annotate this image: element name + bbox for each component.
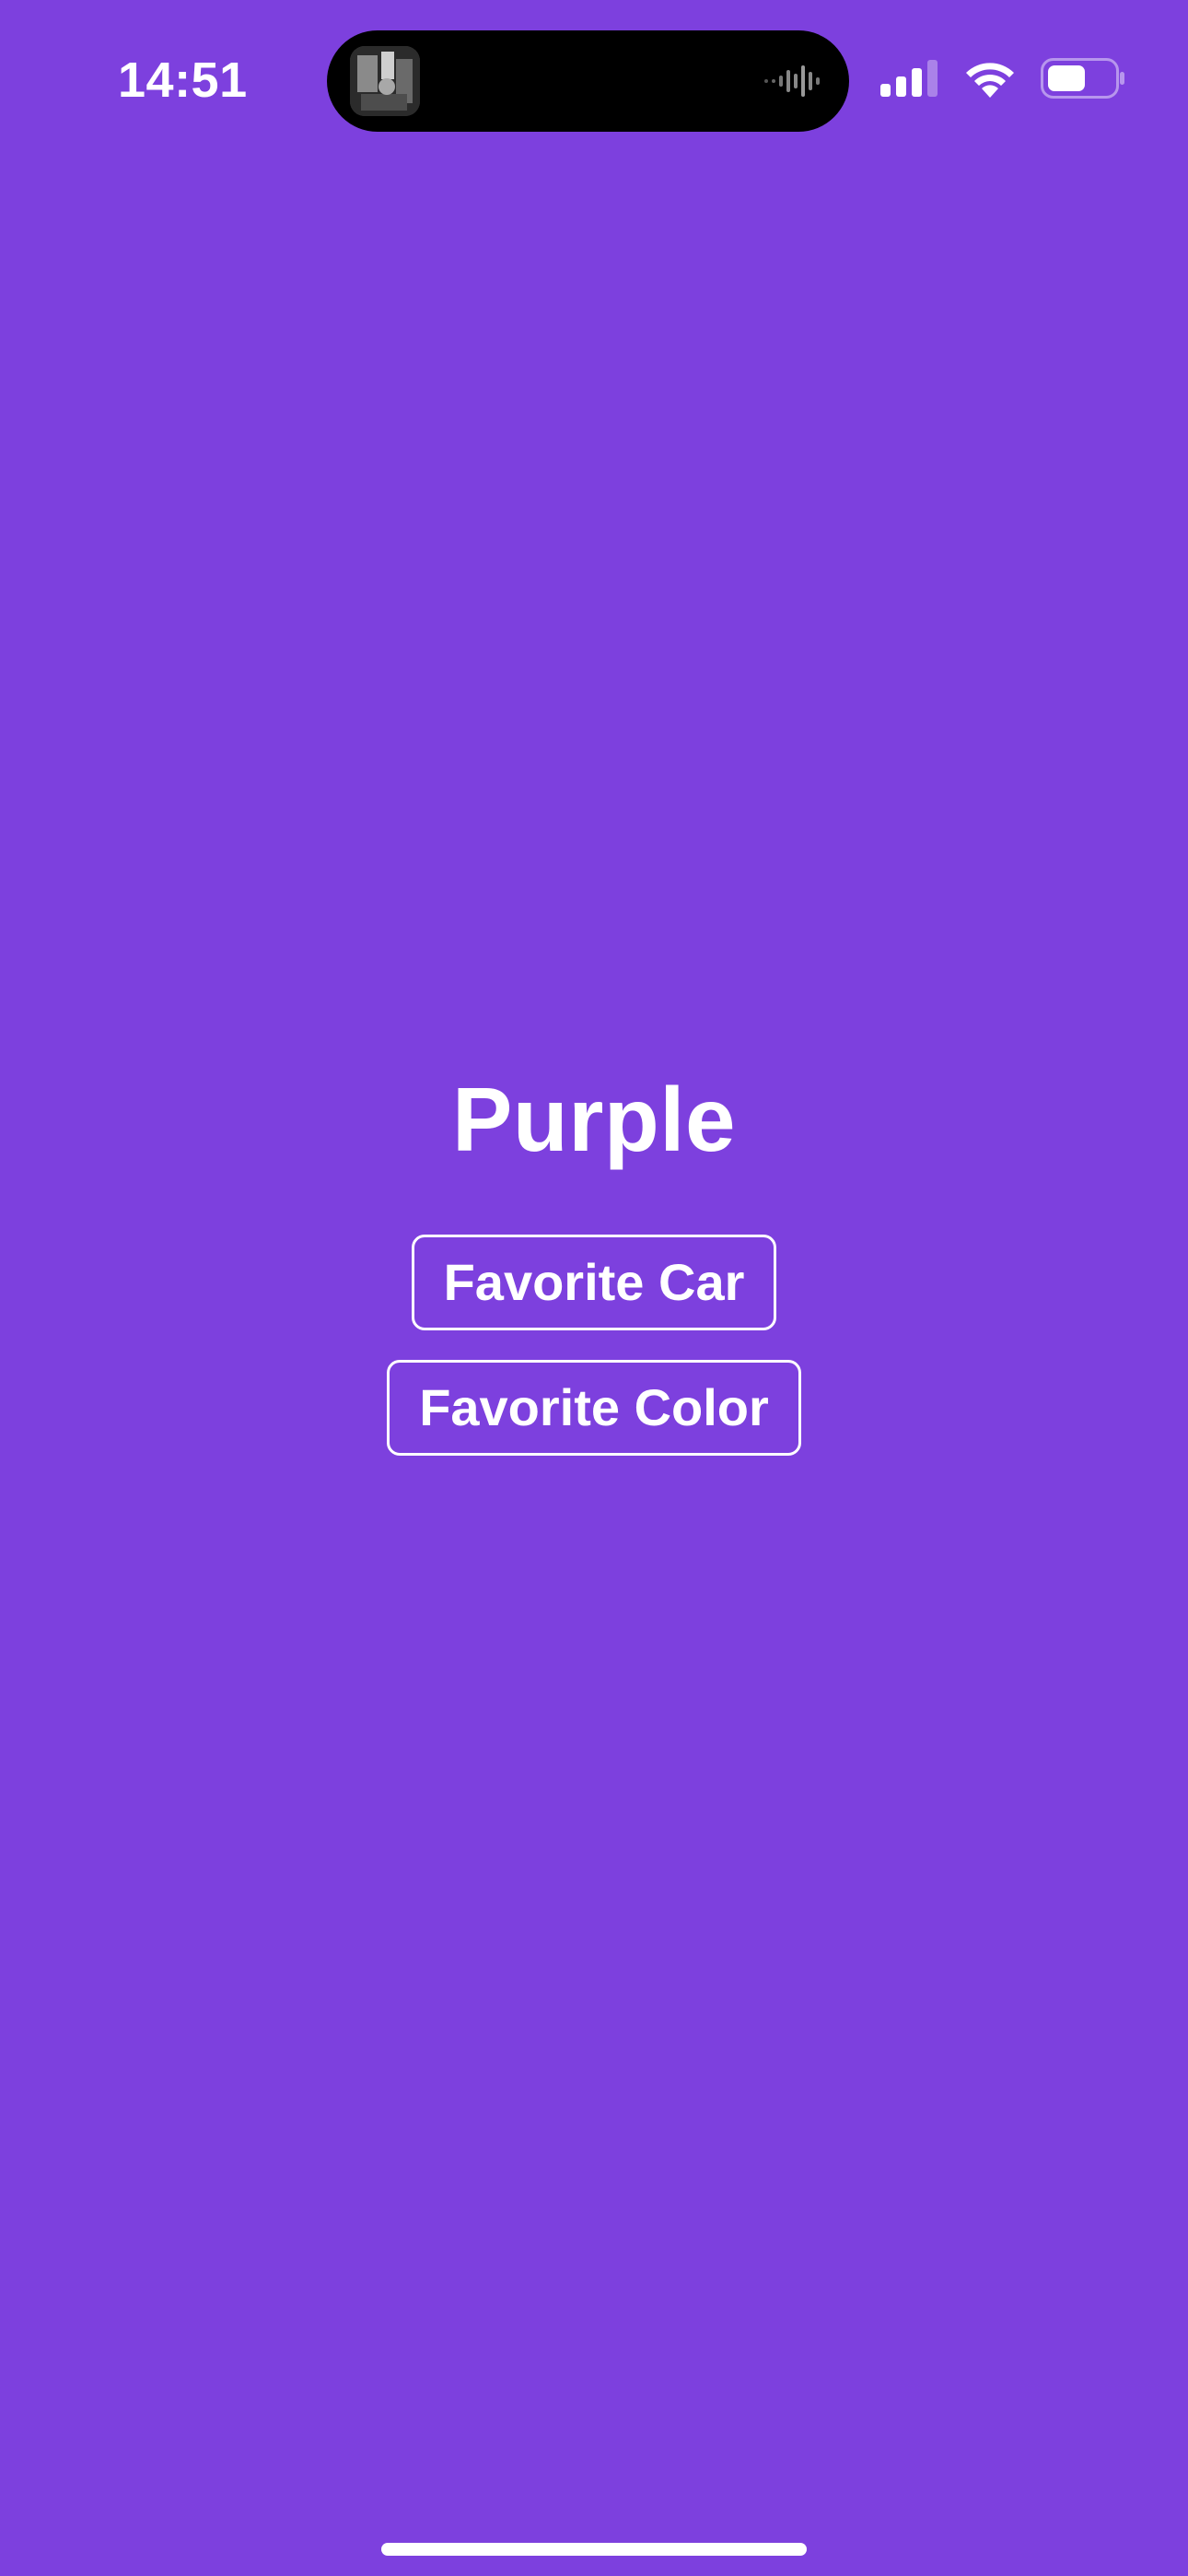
- main-content: Purple Favorite Car Favorite Color: [0, 1050, 1188, 1485]
- wifi-icon: [963, 59, 1017, 102]
- now-playing-artwork: [350, 46, 420, 116]
- cellular-signal-icon: [880, 59, 939, 101]
- audio-waveform-icon: [764, 65, 823, 101]
- home-indicator[interactable]: [381, 2543, 807, 2556]
- favorite-car-button[interactable]: Favorite Car: [411, 1235, 777, 1330]
- app-screen: 14:51 Purple Favorite Car Favorite Color: [0, 0, 1188, 2576]
- dynamic-island[interactable]: [327, 30, 849, 132]
- status-icons: [880, 57, 1125, 103]
- battery-icon: [1041, 57, 1125, 103]
- favorite-color-button[interactable]: Favorite Color: [387, 1360, 801, 1456]
- status-time: 14:51: [118, 53, 248, 108]
- page-title: Purple: [452, 1069, 736, 1170]
- status-bar: 14:51: [0, 0, 1188, 157]
